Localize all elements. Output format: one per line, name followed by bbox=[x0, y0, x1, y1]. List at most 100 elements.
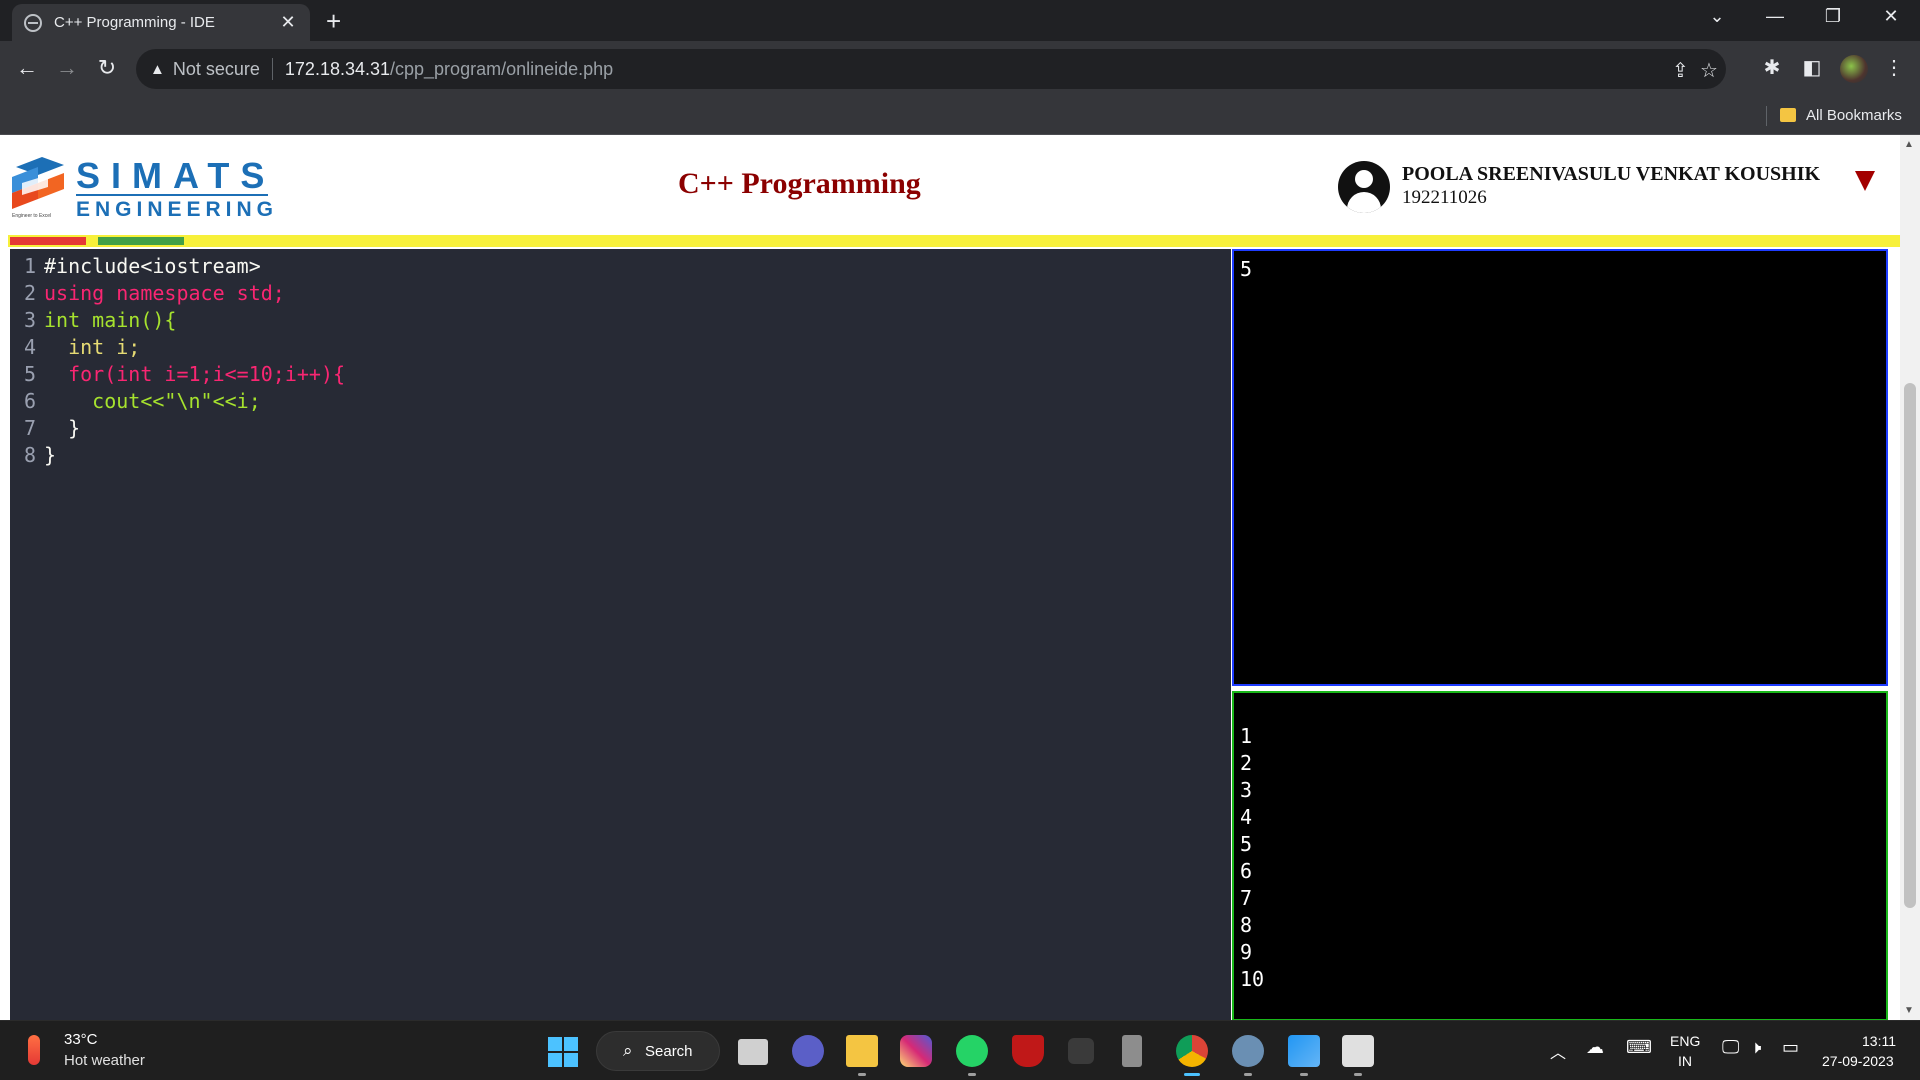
clock-date[interactable]: 27-09-2023 bbox=[1822, 1053, 1894, 1069]
code-text: cout<<"\n"<<i; bbox=[44, 389, 261, 413]
meet-icon[interactable] bbox=[792, 1035, 824, 1067]
status-strip-red bbox=[10, 237, 86, 245]
browser-toolbar: ← → ↻ ▲ Not secure 172.18.34.31 /cpp_pro… bbox=[0, 41, 1920, 98]
status-strip bbox=[8, 235, 1900, 247]
app-running-indicator bbox=[1354, 1073, 1362, 1076]
code-editor[interactable]: 1 #include<iostream> 2 using namespace std… bbox=[10, 249, 1231, 1020]
side-panel-icon[interactable]: ◧ bbox=[1798, 55, 1826, 80]
keyboard-icon[interactable]: ⌨ bbox=[1626, 1037, 1652, 1058]
taskbar-search[interactable]: ⌕ Search bbox=[596, 1031, 720, 1071]
extensions-icon[interactable]: ✱ bbox=[1758, 55, 1786, 80]
snipping-tool-icon[interactable] bbox=[1342, 1035, 1374, 1067]
onedrive-icon[interactable]: ☁ bbox=[1586, 1037, 1604, 1058]
code-text: } bbox=[44, 443, 57, 467]
tab-title: C++ Programming - IDE bbox=[54, 14, 215, 31]
logo-subtitle: ENGINEERING bbox=[76, 198, 279, 221]
mcafee-icon[interactable] bbox=[1012, 1035, 1044, 1067]
output-line: 8 bbox=[1240, 913, 1253, 937]
file-explorer-icon[interactable] bbox=[846, 1035, 878, 1067]
restore-button[interactable]: ❐ bbox=[1818, 6, 1848, 27]
simats-emblem-icon bbox=[12, 157, 64, 209]
minimize-button[interactable]: — bbox=[1760, 6, 1790, 27]
address-bar[interactable]: ▲ Not secure 172.18.34.31 /cpp_program/o… bbox=[136, 49, 1726, 89]
scroll-down-icon[interactable]: ▼ bbox=[1904, 1005, 1914, 1016]
input-text: 5 bbox=[1240, 257, 1253, 281]
output-line: 5 bbox=[1240, 832, 1253, 856]
globe-icon bbox=[24, 13, 42, 32]
network-icon[interactable]: 🖵 bbox=[1722, 1037, 1739, 1058]
output-line: 1 bbox=[1240, 724, 1253, 748]
code-line: 2 using namespace std; bbox=[23, 281, 285, 305]
input-panel[interactable]: 5 bbox=[1232, 249, 1888, 686]
s-app-icon[interactable] bbox=[1068, 1038, 1094, 1064]
new-tab-button[interactable]: + bbox=[326, 8, 341, 34]
address-divider bbox=[271, 58, 273, 80]
emblem-icon[interactable] bbox=[1122, 1035, 1142, 1067]
tray-chevron-icon[interactable]: ︿ bbox=[1550, 1039, 1566, 1063]
weather-temperature[interactable]: 33°C bbox=[64, 1031, 98, 1048]
back-button[interactable]: ← bbox=[12, 55, 42, 81]
chrome-icon[interactable] bbox=[1176, 1035, 1208, 1067]
weather-description[interactable]: Hot weather bbox=[64, 1052, 145, 1069]
forward-button[interactable]: → bbox=[52, 55, 82, 81]
tab-search-chevron-icon[interactable]: ⌄ bbox=[1702, 6, 1732, 27]
tab-close-icon[interactable]: ✕ bbox=[278, 12, 298, 33]
clock-time[interactable]: 13:11 bbox=[1862, 1033, 1896, 1049]
code-text: for(int i=1;i<=10;i++){ bbox=[44, 362, 346, 386]
scroll-up-icon[interactable]: ▲ bbox=[1904, 139, 1914, 150]
more-icon[interactable]: ⋮ bbox=[1880, 55, 1908, 80]
security-label[interactable]: Not secure bbox=[173, 59, 260, 80]
code-line: 3 int main(){ bbox=[23, 308, 177, 332]
search-label: Search bbox=[645, 1042, 693, 1060]
code-text: #include<iostream> bbox=[44, 254, 261, 278]
taskbar: 33°C Hot weather ⌕ Search ︿ ☁ ⌨ ENG IN 🖵… bbox=[0, 1020, 1920, 1080]
language-indicator[interactable]: ENG bbox=[1670, 1033, 1700, 1049]
output-line: 6 bbox=[1240, 859, 1253, 883]
user-menu-caret-icon[interactable] bbox=[1855, 171, 1875, 191]
volume-muted-icon[interactable]: 🕨 bbox=[1750, 1037, 1761, 1058]
task-view-icon[interactable] bbox=[738, 1039, 768, 1065]
share-icon[interactable]: ⇪ bbox=[1672, 58, 1689, 83]
reload-button[interactable]: ↻ bbox=[92, 55, 122, 81]
user-avatar-icon[interactable] bbox=[1338, 161, 1390, 213]
bookmarks-bar: All Bookmarks bbox=[0, 98, 1920, 135]
close-window-button[interactable]: ✕ bbox=[1876, 6, 1906, 27]
output-line: 9 bbox=[1240, 940, 1253, 964]
page-title: C++ Programming bbox=[678, 167, 921, 200]
output-panel: 1 2 3 4 5 6 7 8 9 10 bbox=[1232, 691, 1888, 1021]
browser-tab-bar: C++ Programming - IDE ✕ + ⌄ — ❐ ✕ bbox=[0, 0, 1920, 41]
thermometer-icon[interactable] bbox=[28, 1035, 40, 1065]
profile-avatar[interactable] bbox=[1840, 55, 1868, 83]
warning-triangle-icon: ▲ bbox=[150, 60, 165, 78]
settings-icon[interactable] bbox=[1232, 1035, 1264, 1067]
code-line: 6 cout<<"\n"<<i; bbox=[23, 389, 261, 413]
page-header: SIMATS ENGINEERING Engineer to Excel C++… bbox=[0, 135, 1900, 235]
instagram-icon[interactable] bbox=[900, 1035, 932, 1067]
all-bookmarks-button[interactable]: All Bookmarks bbox=[1806, 107, 1902, 124]
bookmarks-divider bbox=[1766, 106, 1767, 126]
browser-tab[interactable]: C++ Programming - IDE ✕ bbox=[12, 4, 310, 41]
start-icon[interactable] bbox=[548, 1037, 578, 1067]
scrollbar-thumb[interactable] bbox=[1904, 383, 1916, 908]
code-text: using namespace std; bbox=[44, 281, 285, 305]
region-indicator[interactable]: IN bbox=[1678, 1053, 1692, 1069]
code-text: int i; bbox=[44, 335, 141, 359]
app-active-indicator bbox=[1184, 1073, 1200, 1076]
star-icon[interactable]: ☆ bbox=[1700, 58, 1718, 83]
whatsapp-icon[interactable] bbox=[956, 1035, 988, 1067]
app-running-indicator bbox=[1244, 1073, 1252, 1076]
battery-icon[interactable]: ▭ bbox=[1782, 1037, 1799, 1058]
logo-rule bbox=[76, 194, 268, 196]
photos-icon[interactable] bbox=[1288, 1035, 1320, 1067]
simats-logo: SIMATS ENGINEERING Engineer to Excel bbox=[8, 153, 273, 223]
logo-tagline: Engineer to Excel bbox=[12, 213, 52, 219]
user-id: 192211026 bbox=[1402, 187, 1487, 208]
url-path: /cpp_program/onlineide.php bbox=[390, 58, 614, 79]
url-host: 172.18.34.31 bbox=[284, 58, 391, 79]
output-line: 3 bbox=[1240, 778, 1253, 802]
avatar-body bbox=[1347, 192, 1381, 213]
code-text: } bbox=[44, 416, 81, 440]
code-text: int main(){ bbox=[44, 308, 177, 332]
app-running-indicator bbox=[968, 1073, 976, 1076]
page-scrollbar[interactable]: ▲ ▼ bbox=[1900, 135, 1920, 1020]
